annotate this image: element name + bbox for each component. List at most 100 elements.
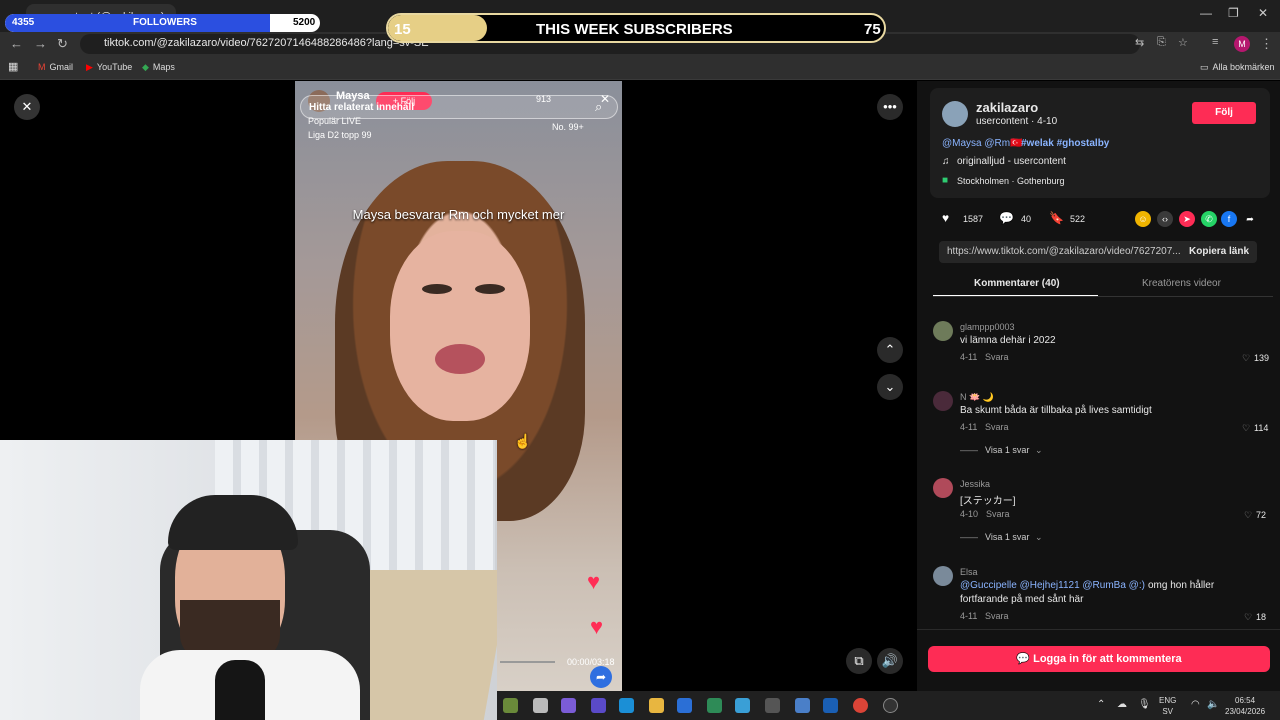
author-username[interactable]: zakilazaro	[976, 100, 1038, 115]
mic-icon[interactable]: 🎙	[1138, 699, 1151, 710]
reply-button[interactable]: Svara	[986, 509, 1010, 519]
all-bookmarks[interactable]: ▭ Alla bokmärken	[1200, 62, 1275, 73]
close-window-icon[interactable]: ✕	[1258, 6, 1268, 20]
tab-creator-videos[interactable]: Kreatörens videor	[1142, 278, 1221, 289]
comment-likes: 139	[1254, 353, 1270, 363]
comment-user[interactable]: glamppp0003	[960, 322, 1015, 332]
pip-button[interactable]: ⧉	[846, 648, 872, 674]
next-video-button[interactable]: ⌄	[877, 374, 903, 400]
minimize-icon[interactable]: —	[1200, 6, 1212, 20]
chrome-icon[interactable]	[853, 698, 868, 713]
facebook-icon[interactable]: f	[1221, 211, 1237, 227]
comment-like-icon[interactable]: ♡	[1242, 353, 1250, 364]
comment-like-icon[interactable]: ♡	[1244, 612, 1252, 623]
reply-button[interactable]: Svara	[985, 352, 1009, 362]
comment-like-icon[interactable]: ♡	[1242, 423, 1250, 434]
save-icon[interactable]: 🔖	[1049, 211, 1064, 225]
teams-icon[interactable]	[591, 698, 606, 713]
reload-icon[interactable]: ↻	[57, 36, 68, 52]
bookmarks-bar: ▦ M Gmail ▶ YouTube ◆ Maps ▭ Alla bokmärken	[0, 56, 1280, 80]
comment-icon[interactable]: 💬	[999, 211, 1014, 225]
copy-link-button[interactable]: Kopiera länk	[1189, 246, 1249, 257]
comment-user[interactable]: N 🪷 🌙	[960, 392, 994, 403]
maximize-icon[interactable]: ❐	[1228, 6, 1239, 20]
video-subject-eye	[422, 284, 452, 294]
description-mentions[interactable]: @Maysa @Rm🇹🇷	[942, 138, 1023, 149]
comment-mentions[interactable]: @Guccipelle @Hejhej1121 @RumBa @:)	[960, 580, 1145, 591]
author-avatar[interactable]	[942, 101, 968, 127]
video-progress-bar[interactable]	[500, 661, 555, 663]
comment-like-icon[interactable]: ♡	[1244, 510, 1252, 521]
comment-date: 4-11	[960, 611, 978, 621]
maps-icon: ◆	[142, 62, 149, 72]
explorer-icon[interactable]	[649, 698, 664, 713]
sound-name[interactable]: originalljud - usercontent	[957, 156, 1066, 167]
emoji-share-icon[interactable]: ☺	[1135, 211, 1151, 227]
location-name[interactable]: Stockholmen · Gothenburg	[957, 176, 1065, 186]
description-tags[interactable]: #welak #ghostalby	[1021, 138, 1109, 149]
m365-icon[interactable]	[735, 698, 750, 713]
app-icon[interactable]	[765, 698, 780, 713]
share-arrow-icon[interactable]: ➦	[590, 666, 612, 688]
app-icon[interactable]	[795, 698, 810, 713]
webcam-overlay	[0, 440, 497, 720]
app-icon[interactable]	[533, 698, 548, 713]
more-icon: •••	[883, 99, 897, 114]
speaker-icon[interactable]: 🔈	[1207, 699, 1219, 710]
subscribers-goal-bar: 15 THIS WEEK SUBSCRIBERS 75	[386, 13, 886, 43]
view-replies-button[interactable]: Visa 1 svar	[985, 532, 1029, 542]
menu-icon[interactable]: ⋮	[1260, 36, 1273, 52]
reply-button[interactable]: Svara	[985, 422, 1009, 432]
forward-icon[interactable]: →	[34, 36, 47, 51]
copilot-icon[interactable]	[561, 698, 576, 713]
comment-avatar[interactable]	[933, 566, 953, 586]
profile-avatar[interactable]: M	[1234, 36, 1250, 52]
app-icon[interactable]	[883, 698, 898, 713]
viewer-count: 913	[536, 94, 552, 104]
subs-goal: 75	[864, 21, 881, 38]
login-to-comment-button[interactable]: 💬 Logga in för att kommentera	[928, 646, 1270, 672]
bookmark-youtube[interactable]: ▶ YouTube	[86, 62, 132, 73]
more-share-icon[interactable]: ➦	[1242, 211, 1258, 227]
close-video-button[interactable]: ✕	[14, 94, 40, 120]
close-live-icon[interactable]: ✕	[600, 92, 610, 106]
apps-icon[interactable]: ▦	[8, 60, 18, 73]
onedrive-icon[interactable]: ☁	[1117, 699, 1127, 710]
video-time: 00:00/03:18	[567, 657, 615, 667]
comment-avatar[interactable]	[933, 391, 953, 411]
like-icon[interactable]: ♥	[942, 211, 949, 225]
wifi-icon[interactable]: ◠	[1191, 699, 1200, 710]
volume-button[interactable]: 🔊	[877, 648, 903, 674]
clock[interactable]: 06:54 23/04/2026	[1225, 695, 1265, 717]
follow-button[interactable]: Följ	[1192, 102, 1256, 124]
app-icon[interactable]	[503, 698, 518, 713]
comment-user[interactable]: Jessika	[960, 479, 990, 489]
previous-video-button[interactable]: ⌃	[877, 337, 903, 363]
comment-user[interactable]: Elsa	[960, 567, 978, 577]
app-icon[interactable]	[823, 698, 838, 713]
bookmark-gmail[interactable]: M Gmail	[38, 62, 73, 72]
tab-comments[interactable]: Kommentarer (40)	[974, 278, 1060, 289]
translate-icon[interactable]: ⇆	[1135, 36, 1144, 49]
author-sub: usercontent · 4-10	[976, 116, 1058, 127]
tray-chevron-icon[interactable]: ⌃	[1097, 699, 1105, 710]
language-indicator[interactable]: ENG SV	[1159, 695, 1176, 717]
reply-button[interactable]: Svara	[985, 611, 1009, 621]
bookmark-star-icon[interactable]: ☆	[1178, 36, 1188, 49]
whatsapp-icon[interactable]: ✆	[1201, 211, 1217, 227]
reading-list-icon[interactable]: ≡	[1212, 36, 1218, 48]
send-icon[interactable]: ➤	[1179, 211, 1195, 227]
app-icon[interactable]	[707, 698, 722, 713]
embed-icon[interactable]: ‹›	[1157, 211, 1173, 227]
location-icon: ■	[942, 175, 949, 186]
mail-icon[interactable]	[677, 698, 692, 713]
comment-avatar[interactable]	[933, 321, 953, 341]
bookmark-maps[interactable]: ◆ Maps	[142, 62, 175, 73]
back-icon[interactable]: ←	[10, 36, 23, 51]
edge-icon[interactable]	[619, 698, 634, 713]
comment-avatar[interactable]	[933, 478, 953, 498]
more-options-button[interactable]: •••	[877, 94, 903, 120]
install-icon[interactable]: ⎘	[1157, 36, 1166, 49]
tab-divider	[933, 296, 1273, 297]
view-replies-button[interactable]: Visa 1 svar	[985, 445, 1029, 455]
